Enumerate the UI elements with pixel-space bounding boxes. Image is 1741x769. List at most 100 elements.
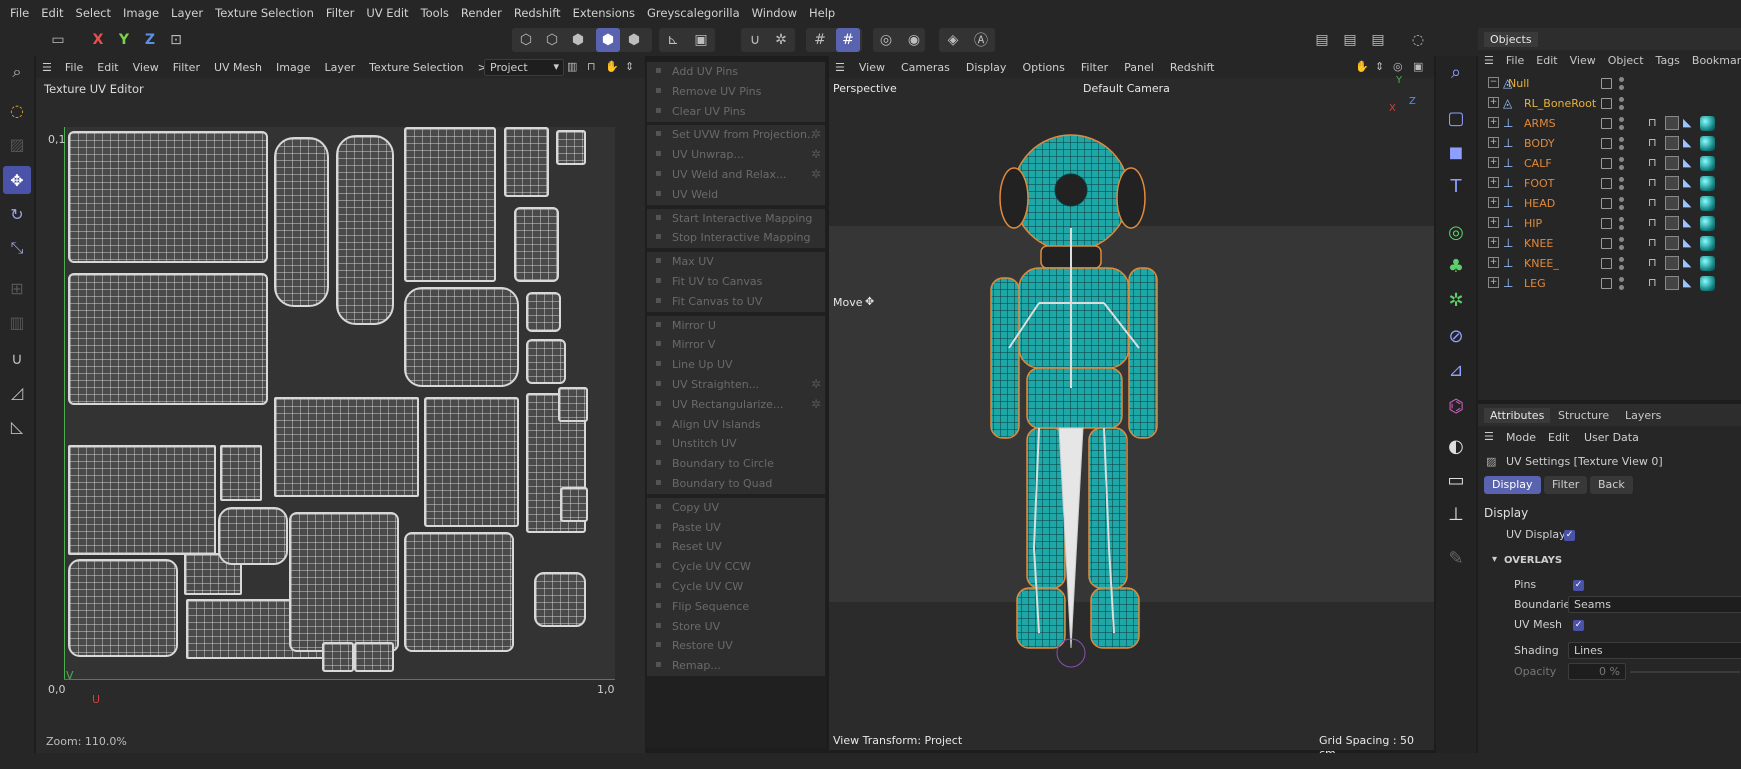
object-name[interactable]: KNEE <box>1524 237 1553 250</box>
object-name[interactable]: RL_BoneRoot <box>1524 97 1596 110</box>
uvw-tag-icon[interactable] <box>1665 116 1679 130</box>
vp-menu-filter[interactable]: Filter <box>1073 61 1116 74</box>
layer-checkbox[interactable] <box>1601 218 1612 229</box>
expand-icon[interactable]: + <box>1488 137 1499 148</box>
render-visibility-dot[interactable] <box>1619 245 1624 250</box>
menu-help[interactable]: Help <box>803 6 841 20</box>
uv-command-add-uv-pins[interactable]: ▪ Add UV Pins <box>647 62 825 82</box>
weight-tag-icon[interactable]: ◣ <box>1683 156 1691 169</box>
render-visibility-dot[interactable] <box>1619 185 1624 190</box>
lock-tag-icon[interactable]: ⊓ <box>1648 156 1657 169</box>
render-visibility-dot[interactable] <box>1619 285 1624 290</box>
object-name[interactable]: FOOT <box>1524 177 1554 190</box>
uv-island[interactable] <box>289 512 399 652</box>
gear-icon[interactable]: ✲ <box>811 167 821 181</box>
expand-icon[interactable]: + <box>1488 277 1499 288</box>
uv-island[interactable] <box>558 387 588 422</box>
text-icon[interactable]: T <box>1442 172 1470 200</box>
polygons-mode-icon[interactable]: ⬢ <box>566 28 590 52</box>
expand-icon[interactable]: + <box>1488 117 1499 128</box>
attr-menu-edit[interactable]: Edit <box>1548 431 1569 444</box>
vp-pan-icon[interactable]: ✋ <box>1355 60 1369 73</box>
lock-tag-icon[interactable]: ⊓ <box>1648 116 1657 129</box>
layer-checkbox[interactable] <box>1601 98 1612 109</box>
uv-command-unstitch-uv[interactable]: ▪ Unstitch UV <box>647 434 825 455</box>
cube-outline-icon[interactable]: ▢ <box>1442 104 1470 132</box>
coordinate-system-icon[interactable]: ⊡ <box>164 28 188 52</box>
vp-menu-cameras[interactable]: Cameras <box>893 61 958 74</box>
weight-tag-icon[interactable]: ◣ <box>1683 256 1691 269</box>
uvw-tag-icon[interactable] <box>1665 196 1679 210</box>
display-button[interactable]: Display <box>1484 476 1541 494</box>
uv-command-uv-weld[interactable]: ▪ UV Weld <box>647 184 825 205</box>
uv-island[interactable] <box>404 532 514 652</box>
uv-menu-image[interactable]: Image <box>269 61 317 74</box>
lock-tag-icon[interactable]: ⊓ <box>1648 236 1657 249</box>
edit-icon[interactable]: ✎ <box>1442 544 1470 572</box>
obj-menu-view[interactable]: View <box>1564 54 1602 67</box>
overlays-chevron-icon[interactable]: ▾ <box>1492 554 1497 565</box>
uv-island[interactable] <box>322 642 354 672</box>
field-icon[interactable]: ⌬ <box>1442 392 1470 420</box>
magnet-tool-icon[interactable]: ∪ <box>3 344 31 372</box>
uv-command-store-uv[interactable]: ▪ Store UV <box>647 616 825 637</box>
menu-file[interactable]: File <box>4 6 35 20</box>
obj-menu-bookmarks[interactable]: Bookmarks <box>1686 54 1741 67</box>
obj-menu-object[interactable]: Object <box>1602 54 1650 67</box>
live-select-icon[interactable]: ▨ <box>3 130 31 158</box>
uv-command-cycle-uv-ccw[interactable]: ▪ Cycle UV CCW <box>647 557 825 578</box>
menu-window[interactable]: Window <box>746 6 803 20</box>
layer-checkbox[interactable] <box>1601 138 1612 149</box>
uv-command-align-uv-islands[interactable]: ▪ Align UV Islands <box>647 414 825 435</box>
render-visibility-dot[interactable] <box>1619 145 1624 150</box>
points-mode-icon[interactable]: ⬡ <box>514 28 538 52</box>
vp-menu-panel[interactable]: Panel <box>1116 61 1162 74</box>
uv-command-boundary-to-circle[interactable]: ▪ Boundary to Circle <box>647 454 825 475</box>
menu-image[interactable]: Image <box>117 6 165 20</box>
lock-tag-icon[interactable]: ⊓ <box>1648 276 1657 289</box>
lock-tag-icon[interactable]: ⊓ <box>1648 176 1657 189</box>
material-tag-icon[interactable] <box>1700 176 1715 191</box>
attributes-hamburger-icon[interactable]: ☰ <box>1484 430 1494 443</box>
object-row-hip[interactable]: + ⊥ HIP ⊓ ◣ <box>1478 214 1741 234</box>
material-tag-icon[interactable] <box>1700 116 1715 131</box>
uv-command-copy-uv[interactable]: ▪ Copy UV <box>647 497 825 518</box>
gear-icon[interactable]: ✲ <box>811 397 821 411</box>
uv-command-cycle-uv-cw[interactable]: ▪ Cycle UV CW <box>647 577 825 597</box>
layer-checkbox[interactable] <box>1601 258 1612 269</box>
viewport-3d-canvas[interactable]: Perspective Default Camera Move ✥ View T… <box>829 75 1434 760</box>
uv-command-flip-sequence[interactable]: ▪ Flip Sequence <box>647 596 825 617</box>
attr-menu-userdata[interactable]: User Data <box>1584 431 1639 444</box>
deformer-icon[interactable]: ⊘ <box>1442 322 1470 350</box>
vp-menu-view[interactable]: View <box>851 61 893 74</box>
menu-uv-edit[interactable]: UV Edit <box>360 6 414 20</box>
uv-island[interactable] <box>336 135 394 325</box>
lock-tag-icon[interactable]: ⊓ <box>1648 196 1657 209</box>
redshift-ipr-icon[interactable]: ◌ <box>1406 28 1430 52</box>
obj-menu-file[interactable]: File <box>1500 54 1530 67</box>
selection-icon[interactable]: ◌ <box>3 96 31 124</box>
menu-filter[interactable]: Filter <box>320 6 360 20</box>
object-row-head[interactable]: + ⊥ HEAD ⊓ ◣ <box>1478 194 1741 214</box>
expand-icon[interactable]: − <box>1488 77 1499 88</box>
uv-command-start-interactive-mapping[interactable]: ▪ Start Interactive Mapping <box>647 208 825 229</box>
uv-command-uv-weld-and-relax[interactable]: ▪ UV Weld and Relax... ✲ <box>647 165 825 185</box>
weight-tag-icon[interactable]: ◣ <box>1683 196 1691 209</box>
uv-display-checkbox[interactable]: ✓ <box>1564 530 1575 541</box>
layer-checkbox[interactable] <box>1601 278 1612 289</box>
expand-icon[interactable]: + <box>1488 257 1499 268</box>
menu-extensions[interactable]: Extensions <box>567 6 641 20</box>
expand-icon[interactable]: + <box>1488 237 1499 248</box>
uv-command-boundary-to-quad[interactable]: ▪ Boundary to Quad <box>647 474 825 494</box>
uv-menu-view[interactable]: View <box>126 61 166 74</box>
uv-island[interactable] <box>404 287 519 387</box>
back-button[interactable]: Back <box>1590 476 1633 494</box>
uv-command-uv-straighten[interactable]: ▪ UV Straighten... ✲ <box>647 375 825 395</box>
vp-orbit-icon[interactable]: ◎ <box>1393 60 1403 73</box>
uvw-tag-icon[interactable] <box>1665 276 1679 290</box>
render-view-icon[interactable]: ▤ <box>1310 28 1334 52</box>
uv-command-clear-uv-pins[interactable]: ▪ Clear UV Pins <box>647 101 825 122</box>
obj-menu-tags[interactable]: Tags <box>1650 54 1686 67</box>
pan-icon[interactable]: ✋ <box>605 60 619 73</box>
editor-visibility-dot[interactable] <box>1619 97 1624 102</box>
